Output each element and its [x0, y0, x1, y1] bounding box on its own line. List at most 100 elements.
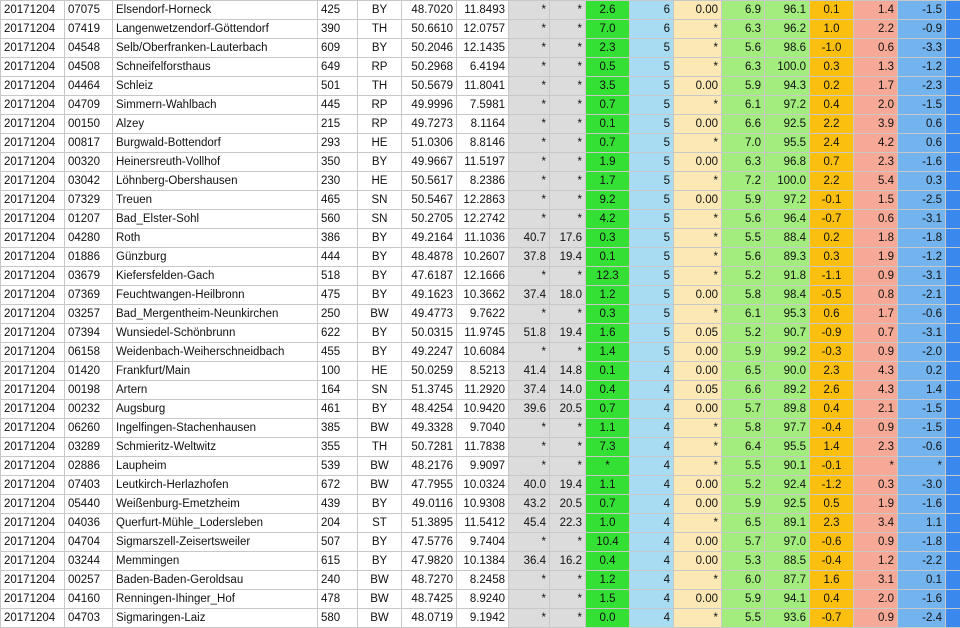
date-cell: 20171204	[1, 134, 65, 153]
value-b-cell: *	[550, 438, 586, 457]
table-row[interactable]: 2017120407075Elsendorf-Horneck425BY48.70…	[1, 1, 960, 20]
value-f-cell: 5.2	[722, 267, 765, 286]
value-b-cell: 20.5	[550, 495, 586, 514]
value-j-cell: -3.1	[898, 210, 946, 229]
value-e-cell: 0.00	[674, 476, 722, 495]
state-cell: BW	[358, 476, 402, 495]
latitude-cell: 48.7425	[402, 590, 457, 609]
date-cell: 20171204	[1, 514, 65, 533]
table-row[interactable]: 2017120403679Kiefersfelden-Gach518BY47.6…	[1, 267, 960, 286]
value-j-cell: 1.1	[898, 514, 946, 533]
value-a-cell: 40.7	[509, 229, 550, 248]
value-j-cell: -0.6	[898, 438, 946, 457]
table-row[interactable]: 2017120407394Wunsiedel-Schönbrunn622BY50…	[1, 324, 960, 343]
table-row[interactable]: 2017120407403Leutkirch-Herlazhofen672BW4…	[1, 476, 960, 495]
longitude-cell: 8.5213	[457, 362, 509, 381]
value-e-cell: 0.05	[674, 324, 722, 343]
station-id-cell: 04703	[65, 609, 113, 628]
value-b-cell: 17.6	[550, 229, 586, 248]
table-row[interactable]: 2017120402886Laupheim539BW48.21769.9097*…	[1, 457, 960, 476]
station-id-cell: 06260	[65, 419, 113, 438]
table-row[interactable]: 2017120404280Roth386BY49.216411.103640.7…	[1, 229, 960, 248]
value-e-cell: *	[674, 134, 722, 153]
value-d-cell: 4	[630, 495, 674, 514]
value-b-cell: 14.8	[550, 362, 586, 381]
value-j-cell: -0.9	[898, 20, 946, 39]
value-b-cell: 20.5	[550, 400, 586, 419]
value-a-cell: *	[509, 134, 550, 153]
table-row[interactable]: 2017120404160Renningen-Ihinger_Hof478BW4…	[1, 590, 960, 609]
longitude-cell: 12.1666	[457, 267, 509, 286]
value-f-cell: 5.9	[722, 495, 765, 514]
value-e-cell: 0.05	[674, 381, 722, 400]
value-j-cell: -2.3	[898, 77, 946, 96]
elevation-cell: 672	[318, 476, 358, 495]
table-row[interactable]: 2017120400198Artern164SN51.374511.292037…	[1, 381, 960, 400]
value-a-cell: *	[509, 153, 550, 172]
value-g-cell: 89.1	[765, 514, 810, 533]
state-cell: BW	[358, 419, 402, 438]
value-g-cell: 96.2	[765, 20, 810, 39]
table-row[interactable]: 2017120404036Querfurt-Mühle_Lodersleben2…	[1, 514, 960, 533]
state-cell: SN	[358, 191, 402, 210]
value-i-cell: 3.9	[854, 115, 898, 134]
table-row[interactable]: 2017120404709Simmern-Wahlbach445RP49.999…	[1, 96, 960, 115]
date-cell: 20171204	[1, 248, 65, 267]
value-k-cell: -1.5	[946, 248, 960, 267]
value-e-cell: *	[674, 58, 722, 77]
date-cell: 20171204	[1, 343, 65, 362]
value-d-cell: 5	[630, 229, 674, 248]
state-cell: BY	[358, 1, 402, 20]
table-row[interactable]: 2017120404704Sigmarszell-Zeisertsweiler5…	[1, 533, 960, 552]
table-row[interactable]: 2017120400257Baden-Baden-Geroldsau240BW4…	[1, 571, 960, 590]
table-row[interactable]: 2017120406158Weidenbach-Weiherschneidbac…	[1, 343, 960, 362]
longitude-cell: 7.5981	[457, 96, 509, 115]
station-name-cell: Laupheim	[113, 457, 318, 476]
longitude-cell: 8.1164	[457, 115, 509, 134]
longitude-cell: 12.0757	[457, 20, 509, 39]
table-row[interactable]: 2017120403042Löhnberg-Obershausen230HE50…	[1, 172, 960, 191]
state-cell: SN	[358, 381, 402, 400]
value-c-cell: 1.2	[586, 286, 630, 305]
table-row[interactable]: 2017120400817Burgwald-Bottendorf293HE51.…	[1, 134, 960, 153]
value-e-cell: *	[674, 438, 722, 457]
value-a-cell: *	[509, 533, 550, 552]
value-c-cell: 0.5	[586, 58, 630, 77]
value-h-cell: -0.1	[810, 191, 854, 210]
table-row[interactable]: 2017120407329Treuen465SN50.546712.2863**…	[1, 191, 960, 210]
table-row[interactable]: 2017120407369Feuchtwangen-Heilbronn475BY…	[1, 286, 960, 305]
table-row[interactable]: 2017120400150Alzey215RP49.72738.1164**0.…	[1, 115, 960, 134]
table-row[interactable]: 2017120404548Selb/Oberfranken-Lauterbach…	[1, 39, 960, 58]
table-row[interactable]: 2017120400320Heinersreuth-Vollhof350BY49…	[1, 153, 960, 172]
table-row[interactable]: 2017120406260Ingelfingen-Stachenhausen38…	[1, 419, 960, 438]
table-row[interactable]: 2017120401420Frankfurt/Main100HE50.02598…	[1, 362, 960, 381]
table-row[interactable]: 2017120404464Schleiz501TH50.567911.8041*…	[1, 77, 960, 96]
table-row[interactable]: 2017120401886Günzburg444BY48.487810.2607…	[1, 248, 960, 267]
value-d-cell: 5	[630, 343, 674, 362]
table-row[interactable]: 2017120404508Schneifelforsthaus649RP50.2…	[1, 58, 960, 77]
value-h-cell: 0.2	[810, 77, 854, 96]
station-id-cell: 05440	[65, 495, 113, 514]
station-id-cell: 03244	[65, 552, 113, 571]
station-id-cell: 07369	[65, 286, 113, 305]
longitude-cell: 10.9420	[457, 400, 509, 419]
value-e-cell: 0.00	[674, 115, 722, 134]
value-d-cell: 4	[630, 590, 674, 609]
station-name-cell: Bad_Mergentheim-Neunkirchen	[113, 305, 318, 324]
table-row[interactable]: 2017120407419Langenwetzendorf-Göttendorf…	[1, 20, 960, 39]
value-c-cell: 0.7	[586, 134, 630, 153]
table-row[interactable]: 2017120405440Weißenburg-Emetzheim439BY49…	[1, 495, 960, 514]
table-row[interactable]: 2017120403244Memmingen615BY47.982010.138…	[1, 552, 960, 571]
value-k-cell: -1.8	[946, 533, 960, 552]
table-row[interactable]: 2017120400232Augsburg461BY48.425410.9420…	[1, 400, 960, 419]
value-f-cell: 6.1	[722, 305, 765, 324]
value-j-cell: -1.2	[898, 248, 946, 267]
table-row[interactable]: 2017120404703Sigmaringen-Laiz580BW48.071…	[1, 609, 960, 628]
table-row[interactable]: 2017120403289Schmieritz-Weltwitz355TH50.…	[1, 438, 960, 457]
elevation-cell: 478	[318, 590, 358, 609]
value-j-cell: -1.6	[898, 495, 946, 514]
table-row[interactable]: 2017120401207Bad_Elster-Sohl560SN50.2705…	[1, 210, 960, 229]
value-e-cell: *	[674, 39, 722, 58]
latitude-cell: 47.6187	[402, 267, 457, 286]
table-row[interactable]: 2017120403257Bad_Mergentheim-Neunkirchen…	[1, 305, 960, 324]
